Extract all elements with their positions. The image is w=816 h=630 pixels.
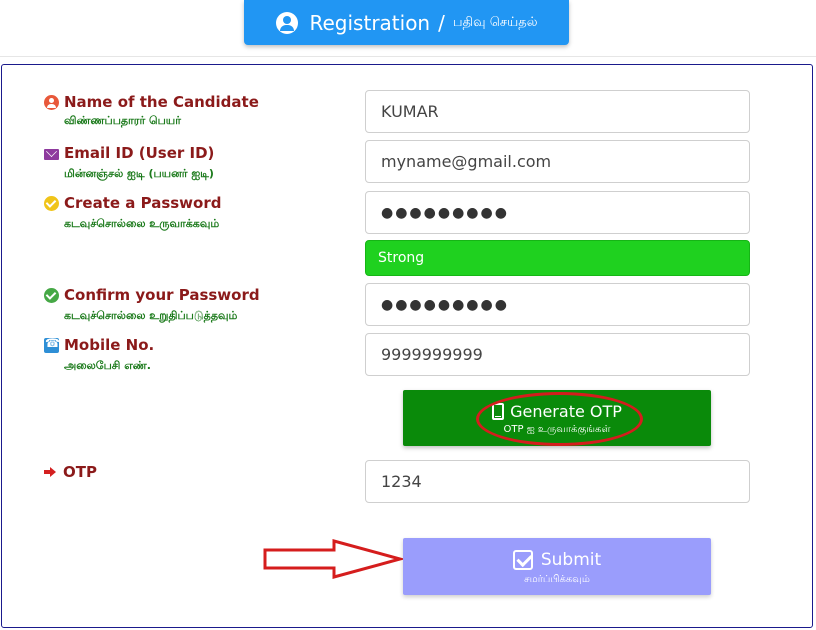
password-sublabel: கடவுச்சொல்லை உருவாக்கவும்: [64, 217, 220, 230]
password-label: Create a Password: [64, 194, 222, 212]
sign-in-icon: [44, 465, 58, 480]
confirm-label-group: Confirm your Password கடவுச்சொல்லை உறுதி…: [44, 286, 260, 324]
password-strength-indicator: Strong: [365, 240, 750, 276]
mobile-icon: [492, 403, 505, 420]
name-sublabel: விண்ணப்பதாரர் பெயர்: [64, 114, 181, 127]
mobile-label: Mobile No.: [64, 336, 155, 354]
email-label-group: Email ID (User ID) மின்னஞ்சல் ஐடி (பயனர்…: [44, 144, 214, 182]
name-input[interactable]: KUMAR: [365, 90, 750, 133]
envelope-icon: [44, 148, 59, 160]
email-label: Email ID (User ID): [64, 144, 215, 162]
header-separator: /: [438, 10, 445, 35]
phone-icon: [44, 336, 60, 353]
name-label: Name of the Candidate: [64, 93, 259, 111]
mobile-sublabel: அலைபேசி எண்.: [64, 359, 151, 372]
generate-otp-label: Generate OTP: [510, 402, 622, 421]
confirm-label: Confirm your Password: [64, 286, 260, 304]
registration-page: Registration / பதிவு செய்தல் Name of the…: [0, 0, 816, 630]
submit-label: Submit: [540, 550, 602, 570]
check-circle-icon: [44, 195, 59, 211]
otp-label-group: OTP: [44, 463, 97, 481]
email-input[interactable]: myname@gmail.com: [365, 140, 750, 183]
confirm-password-input[interactable]: ●●●●●●●●●: [365, 283, 750, 326]
otp-label: OTP: [63, 463, 97, 481]
check-circle-icon: [44, 287, 59, 303]
divider: [0, 56, 816, 57]
user-circle-icon: [275, 11, 298, 34]
mobile-input[interactable]: 9999999999: [365, 333, 750, 376]
header-subtitle: பதிவு செய்தல்: [452, 14, 538, 30]
user-icon: [44, 94, 59, 110]
name-label-group: Name of the Candidate விண்ணப்பதாரர் பெயர…: [44, 93, 259, 129]
submit-sublabel: சமர்ப்பிக்கவும்: [524, 574, 590, 585]
confirm-sublabel: கடவுச்சொல்லை உறுதிப்படுத்தவும்: [64, 309, 238, 322]
otp-input[interactable]: 1234: [365, 460, 750, 503]
email-sublabel: மின்னஞ்சல் ஐடி (பயனர் ஐடி): [64, 167, 214, 180]
mobile-label-group: Mobile No. அலைபேசி எண்.: [44, 336, 154, 374]
check-square-icon: [512, 550, 533, 570]
generate-otp-button[interactable]: Generate OTP OTP ஐ உருவாக்குங்கள்: [403, 390, 711, 446]
arrow-annotation-icon: [263, 539, 406, 579]
submit-button[interactable]: Submit சமர்ப்பிக்கவும்: [403, 538, 711, 595]
password-label-group: Create a Password கடவுச்சொல்லை உருவாக்கவ…: [44, 194, 221, 232]
generate-otp-sublabel: OTP ஐ உருவாக்குங்கள்: [503, 424, 611, 435]
password-input[interactable]: ●●●●●●●●●: [365, 191, 750, 234]
registration-header: Registration / பதிவு செய்தல்: [244, 0, 569, 45]
header-title: Registration: [309, 10, 431, 35]
